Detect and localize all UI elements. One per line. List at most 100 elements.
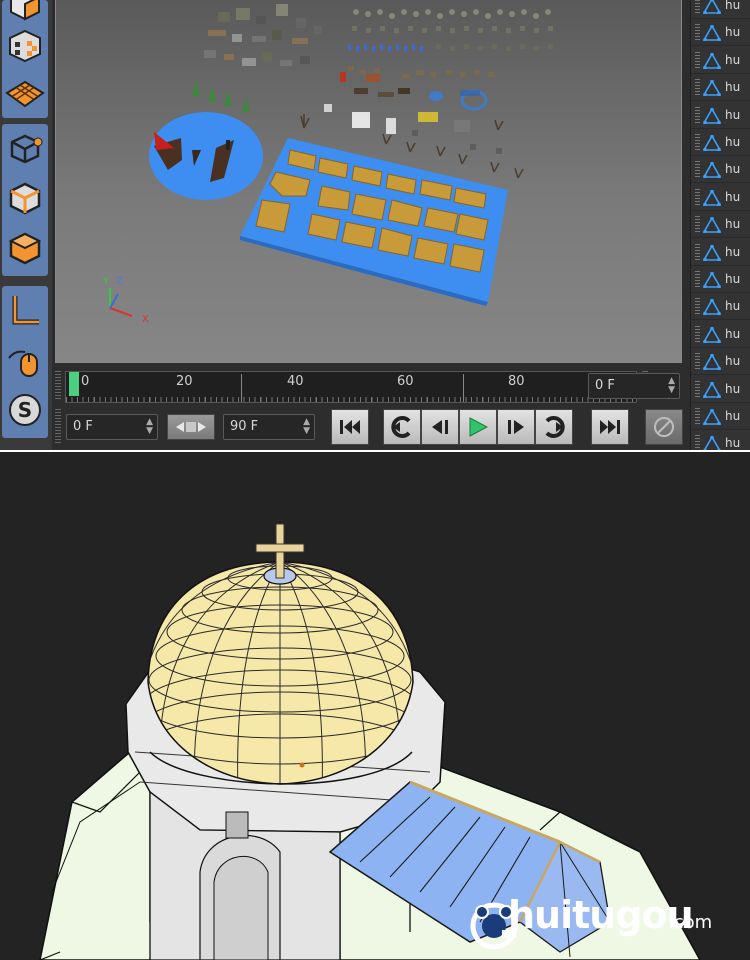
object-row[interactable]: hu [691, 131, 750, 156]
object-name: hu [725, 436, 741, 450]
church-dome-model [39, 523, 701, 960]
object-row[interactable]: hu [691, 323, 750, 348]
previous-frame-icon [432, 420, 448, 434]
axis-y-label: Y [103, 276, 110, 287]
object-name: hu [725, 381, 741, 396]
polygon-object-icon [703, 135, 721, 151]
tweak-mode-button[interactable] [4, 340, 46, 380]
ruler-label: 20 [176, 374, 193, 389]
go-to-end-button[interactable] [591, 409, 629, 445]
transport-bar: 0 F ▲ ▼ 90 F ▲ ▼ [55, 405, 690, 450]
row-grip [695, 325, 700, 344]
edges-mode-icon [9, 182, 41, 215]
next-key-button[interactable] [535, 409, 573, 445]
play-button[interactable] [459, 409, 497, 445]
timeline-grip[interactable] [55, 371, 61, 401]
svg-text:S: S [18, 398, 32, 422]
record-button[interactable] [645, 409, 683, 445]
boats-platform [149, 112, 263, 200]
polygon-object-icon [703, 80, 721, 97]
current-frame-value: 0 F [595, 378, 615, 393]
axis-mode-button[interactable] [4, 290, 46, 330]
polygon-object-icon [703, 52, 721, 69]
row-grip [695, 353, 700, 372]
polygon-object-icon [703, 381, 721, 398]
polygon-object-icon [703, 25, 721, 42]
object-row[interactable]: hu [691, 268, 750, 293]
object-name: hu [725, 326, 741, 341]
start-frame-field[interactable]: 0 F ▲ ▼ [66, 414, 158, 440]
object-row[interactable]: hu [691, 158, 750, 184]
scene-render [109, 4, 553, 317]
grid-plane-icon [5, 80, 45, 108]
row-grip [695, 79, 700, 98]
current-frame-field[interactable]: 0 F ▲ ▼ [588, 373, 680, 399]
polygons-mode-button[interactable] [4, 228, 46, 268]
object-name: hu [725, 272, 741, 286]
spinner-icon[interactable]: ▲ ▼ [146, 418, 153, 436]
polygon-object-icon [703, 217, 721, 234]
object-name: hu [725, 135, 741, 149]
object-row[interactable]: hu [691, 0, 750, 19]
cube-tool-button[interactable] [4, 0, 46, 24]
object-row[interactable]: hu [691, 405, 750, 430]
polygon-object-icon [703, 272, 721, 288]
snap-button[interactable]: S [4, 390, 46, 430]
polygons-mode-icon [8, 232, 42, 265]
row-grip [695, 408, 700, 426]
previous-frame-button[interactable] [421, 409, 459, 445]
object-row[interactable]: hu [691, 350, 750, 376]
edges-mode-button[interactable] [4, 178, 46, 218]
axis-x-label: X [142, 314, 149, 325]
object-row[interactable]: hu [691, 76, 750, 102]
previous-key-button[interactable] [383, 409, 421, 445]
checker-cube-button[interactable] [4, 26, 46, 66]
object-name: hu [725, 217, 741, 232]
object-name: hu [725, 354, 741, 369]
object-row[interactable]: hu [691, 295, 750, 321]
object-row[interactable]: hu [691, 104, 750, 129]
record-disabled-icon [654, 417, 674, 437]
timeline-ruler[interactable]: 0 20 40 60 80 [65, 371, 637, 403]
spinner-icon[interactable]: ▲ ▼ [303, 418, 310, 436]
object-row[interactable]: hu [691, 432, 750, 450]
go-to-start-button[interactable] [331, 409, 369, 445]
object-row[interactable]: hu [691, 241, 750, 266]
terrain-tiles-platform [240, 138, 508, 306]
row-grip [695, 24, 700, 43]
object-row[interactable]: hu [691, 21, 750, 47]
object-row[interactable]: hu [691, 186, 750, 211]
range-slider-button[interactable] [167, 414, 215, 440]
object-name: hu [725, 80, 741, 95]
grid-plane-button[interactable] [4, 74, 46, 114]
start-frame-value: 0 F [73, 419, 93, 434]
object-row[interactable]: hu [691, 213, 750, 239]
polygon-object-icon [703, 299, 721, 316]
object-name: hu [725, 162, 741, 177]
snap-icon: S [9, 394, 41, 426]
row-grip [695, 216, 700, 235]
controls-grip[interactable] [55, 409, 61, 445]
row-grip [695, 0, 700, 15]
next-frame-icon [508, 420, 524, 434]
cube-icon [10, 0, 40, 21]
range-arrows-icon [176, 422, 206, 432]
object-name: hu [725, 189, 741, 204]
3d-viewport[interactable]: Y Z X [55, 0, 682, 363]
polygon-object-icon [703, 326, 721, 343]
axis-z-label: Z [116, 276, 123, 287]
playhead[interactable] [69, 372, 79, 396]
tool-group-objects [2, 0, 48, 118]
end-frame-field[interactable]: 90 F ▲ ▼ [223, 414, 315, 440]
axis-gizmo [109, 288, 133, 317]
tool-group-axis: S [2, 286, 48, 438]
object-name: hu [725, 52, 741, 67]
row-grip [695, 243, 700, 262]
object-row[interactable]: hu [691, 49, 750, 74]
next-frame-button[interactable] [497, 409, 535, 445]
end-frame-value: 90 F [230, 419, 259, 434]
points-mode-button[interactable] [4, 128, 46, 168]
row-grip [695, 298, 700, 317]
spinner-icon[interactable]: ▲ ▼ [668, 377, 675, 395]
object-row[interactable]: hu [691, 378, 750, 403]
